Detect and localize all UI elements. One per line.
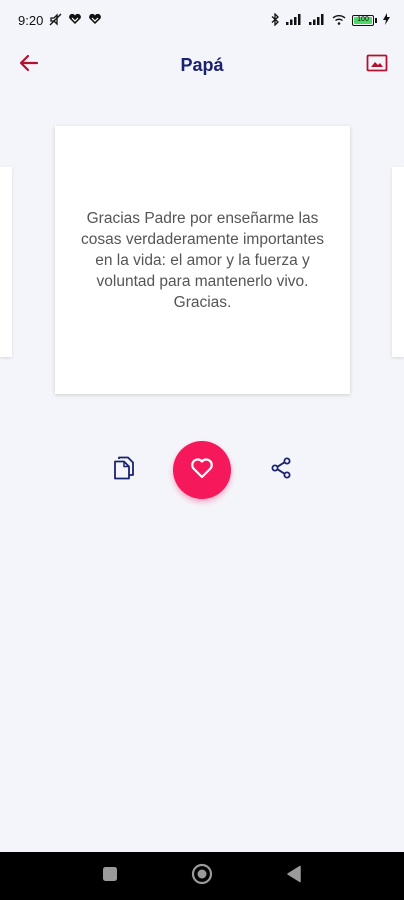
signal-icon <box>309 13 326 27</box>
battery-level: 100 <box>354 16 372 24</box>
nav-back-button[interactable] <box>282 864 306 888</box>
heart-icon <box>190 457 214 484</box>
share-button[interactable] <box>267 456 295 484</box>
quote-card: Gracias Padre por enseñarme las cosas ve… <box>55 126 350 394</box>
home-button[interactable] <box>190 863 214 890</box>
circle-icon <box>191 863 213 890</box>
heart-notification-icon <box>88 13 102 27</box>
system-nav-bar <box>0 852 404 900</box>
image-icon <box>366 54 388 77</box>
quote-text: Gracias Padre por enseñarme las cosas ve… <box>81 209 324 311</box>
copy-button[interactable] <box>110 456 138 484</box>
status-right: 100 <box>271 11 390 28</box>
favorite-button[interactable] <box>173 441 231 499</box>
action-row <box>0 440 404 500</box>
previous-card-peek[interactable] <box>0 167 12 357</box>
square-icon <box>102 866 118 887</box>
mute-icon <box>49 12 62 28</box>
app-bar: Papá <box>0 40 404 90</box>
next-card-peek[interactable] <box>392 167 404 357</box>
wifi-icon <box>332 14 346 27</box>
battery-icon: 100 <box>352 14 377 26</box>
arrow-left-icon <box>19 54 39 77</box>
status-bar: 9:20 100 <box>0 0 404 40</box>
signal-icon <box>286 13 303 27</box>
status-left: 9:20 <box>18 13 102 28</box>
charging-icon <box>383 13 390 27</box>
bluetooth-icon <box>271 11 280 28</box>
page-title: Papá <box>180 54 224 75</box>
image-button[interactable] <box>362 50 392 80</box>
triangle-back-icon <box>286 865 302 888</box>
copy-icon <box>113 456 135 485</box>
share-icon <box>269 456 293 485</box>
recents-button[interactable] <box>98 864 122 888</box>
back-button[interactable] <box>14 50 44 80</box>
status-time: 9:20 <box>18 12 44 28</box>
heart-notification-icon <box>68 13 82 27</box>
